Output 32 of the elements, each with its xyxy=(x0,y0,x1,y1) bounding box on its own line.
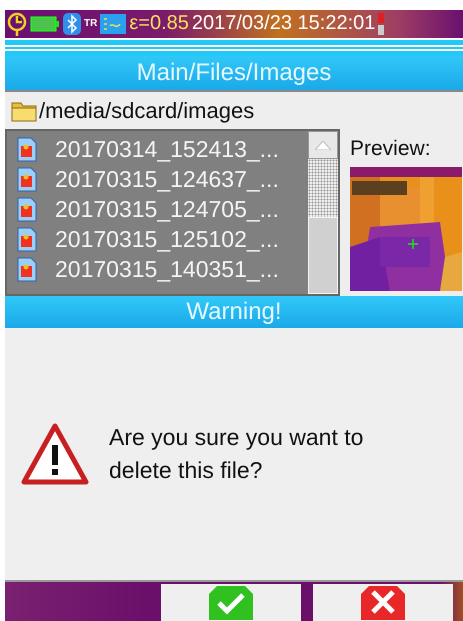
preview-label: Preview: xyxy=(350,137,431,162)
folder-path: /media/sdcard/images xyxy=(39,98,254,124)
confirm-button[interactable] xyxy=(161,584,301,621)
file-item[interactable]: 20170315_124637_... xyxy=(7,164,308,194)
file-item[interactable]: 20170315_140351_... xyxy=(7,254,308,284)
battery-icon xyxy=(30,16,60,32)
image-file-icon xyxy=(17,166,37,192)
sd-card-icon xyxy=(100,14,126,34)
screen-title: Main/Files/Images xyxy=(136,58,332,87)
cancel-button[interactable] xyxy=(313,584,453,621)
image-file-icon xyxy=(17,256,37,282)
file-item[interactable]: 20170315_124705_... xyxy=(7,194,308,224)
file-item[interactable]: 20170315_125102_... xyxy=(7,224,308,254)
date-time: 2017/03/23 15:22:01 xyxy=(192,12,376,36)
bluetooth-icon xyxy=(63,12,81,35)
image-file-icon xyxy=(17,196,37,222)
dialog-title: Warning! xyxy=(186,298,282,326)
file-item[interactable]: 20170314_152413_... xyxy=(7,134,308,164)
checkmark-icon xyxy=(209,586,253,620)
image-file-icon xyxy=(17,136,37,162)
indicator-icon xyxy=(378,12,384,35)
image-file-icon xyxy=(17,226,37,252)
clock-icon xyxy=(7,12,27,36)
close-icon xyxy=(361,586,405,620)
mode-indicator: TR xyxy=(84,18,98,30)
dialog-message: Are you sure you want to delete this file? xyxy=(109,422,364,486)
folder-icon xyxy=(11,100,37,122)
warning-icon xyxy=(21,423,89,486)
up-arrow-icon xyxy=(315,140,331,150)
scrollbar[interactable] xyxy=(308,131,338,294)
scroll-up-button[interactable] xyxy=(308,131,338,160)
emissivity-value: ε=0.85 xyxy=(129,12,189,36)
